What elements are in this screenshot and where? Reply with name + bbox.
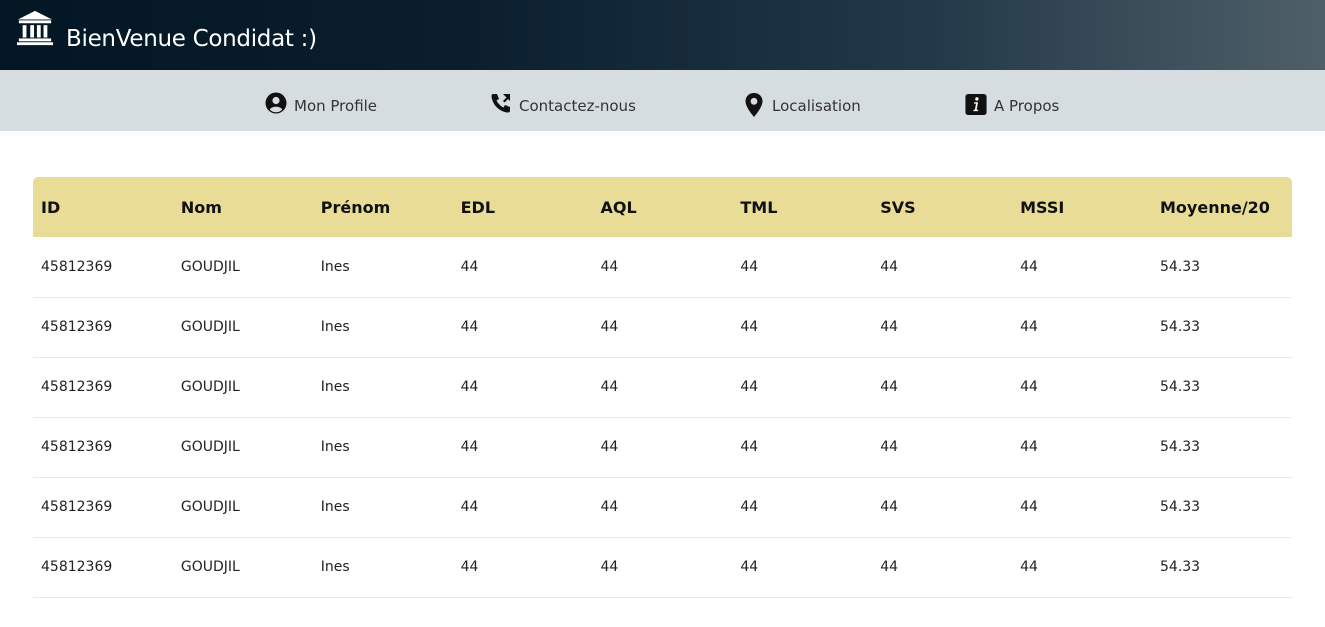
cell-tml: 44 [732,357,873,418]
cell-edl: 44 [452,357,593,418]
cell-prenom: Ines [312,297,453,358]
cell-id: 45812369 [33,357,173,418]
cell-svs: 44 [872,237,1013,298]
table-row: 45812369 GOUDJIL Ines 44 44 44 44 44 54.… [33,357,1292,418]
page-title: BienVenue Condidat :) [66,26,317,52]
cell-svs: 44 [872,537,1013,598]
table-header-row: ID Nom Prénom EDL AQL TML SVS MSSI Moyen… [33,177,1292,237]
cell-nom: GOUDJIL [172,537,313,598]
bank-building-icon [16,10,54,46]
cell-mssi: 44 [1012,297,1152,358]
cell-nom: GOUDJIL [172,417,313,478]
cell-moyenne: 54.33 [1152,297,1292,358]
cell-nom: GOUDJIL [172,477,313,538]
cell-nom: GOUDJIL [172,237,313,298]
grades-table: ID Nom Prénom EDL AQL TML SVS MSSI Moyen… [33,177,1292,598]
cell-aql: 44 [592,477,733,538]
cell-nom: GOUDJIL [172,297,313,358]
column-header-moyenne: Moyenne/20 [1160,197,1270,217]
column-header-aql: AQL [600,197,637,217]
cell-mssi: 44 [1012,477,1152,538]
cell-edl: 44 [452,417,593,478]
cell-prenom: Ines [312,237,453,298]
cell-aql: 44 [592,357,733,418]
cell-moyenne: 54.33 [1152,357,1292,418]
nav-bar: Mon Profile Contactez-nous Localisation [0,70,1325,131]
column-header-tml: TML [740,197,778,217]
column-header-prenom: Prénom [320,197,391,217]
cell-edl: 44 [452,537,593,598]
cell-tml: 44 [732,297,873,358]
cell-mssi: 44 [1012,237,1152,298]
cell-edl: 44 [452,477,593,538]
cell-aql: 44 [592,237,733,298]
grades-table-container: ID Nom Prénom EDL AQL TML SVS MSSI Moyen… [33,177,1292,598]
nav-item-label: Contactez-nous [519,97,636,115]
cell-mssi: 44 [1012,417,1152,478]
cell-svs: 44 [872,477,1013,538]
table-row: 45812369 GOUDJIL Ines 44 44 44 44 44 54.… [33,237,1292,298]
cell-id: 45812369 [33,477,173,538]
cell-tml: 44 [732,477,873,538]
nav-item-label: A Propos [994,97,1060,115]
cell-prenom: Ines [312,477,453,538]
cell-prenom: Ines [312,537,453,598]
column-header-id: ID [41,197,61,217]
cell-prenom: Ines [312,357,453,418]
user-circle-icon [265,92,287,116]
cell-id: 45812369 [33,417,173,478]
map-pin-icon [743,92,765,117]
cell-nom: GOUDJIL [172,357,313,418]
info-icon [965,92,987,116]
column-header-edl: EDL [460,197,496,217]
phone-icon [490,92,512,116]
cell-tml: 44 [732,537,873,598]
cell-id: 45812369 [33,237,173,298]
nav-item-profile[interactable]: Mon Profile [265,86,377,116]
cell-svs: 44 [872,417,1013,478]
cell-edl: 44 [452,237,593,298]
column-header-nom: Nom [180,197,222,217]
nav-item-location[interactable]: Localisation [743,86,861,117]
cell-prenom: Ines [312,417,453,478]
cell-aql: 44 [592,297,733,358]
cell-mssi: 44 [1012,537,1152,598]
nav-item-contact[interactable]: Contactez-nous [490,86,636,116]
table-row: 45812369 GOUDJIL Ines 44 44 44 44 44 54.… [33,297,1292,358]
cell-aql: 44 [592,537,733,598]
nav-item-about[interactable]: A Propos [965,86,1059,116]
cell-tml: 44 [732,417,873,478]
cell-edl: 44 [452,297,593,358]
cell-moyenne: 54.33 [1152,237,1292,298]
table-row: 45812369 GOUDJIL Ines 44 44 44 44 44 54.… [33,477,1292,538]
nav-item-label: Localisation [772,97,861,115]
cell-id: 45812369 [33,537,173,598]
table-row: 45812369 GOUDJIL Ines 44 44 44 44 44 54.… [33,537,1292,598]
cell-aql: 44 [592,417,733,478]
top-header: BienVenue Condidat :) [0,0,1325,70]
cell-tml: 44 [732,237,873,298]
column-header-svs: SVS [880,197,916,217]
cell-moyenne: 54.33 [1152,477,1292,538]
cell-svs: 44 [872,297,1013,358]
cell-id: 45812369 [33,297,173,358]
cell-mssi: 44 [1012,357,1152,418]
cell-svs: 44 [872,357,1013,418]
cell-moyenne: 54.33 [1152,417,1292,478]
nav-item-label: Mon Profile [294,97,378,115]
column-header-mssi: MSSI [1020,197,1065,217]
table-row: 45812369 GOUDJIL Ines 44 44 44 44 44 54.… [33,417,1292,478]
cell-moyenne: 54.33 [1152,537,1292,598]
